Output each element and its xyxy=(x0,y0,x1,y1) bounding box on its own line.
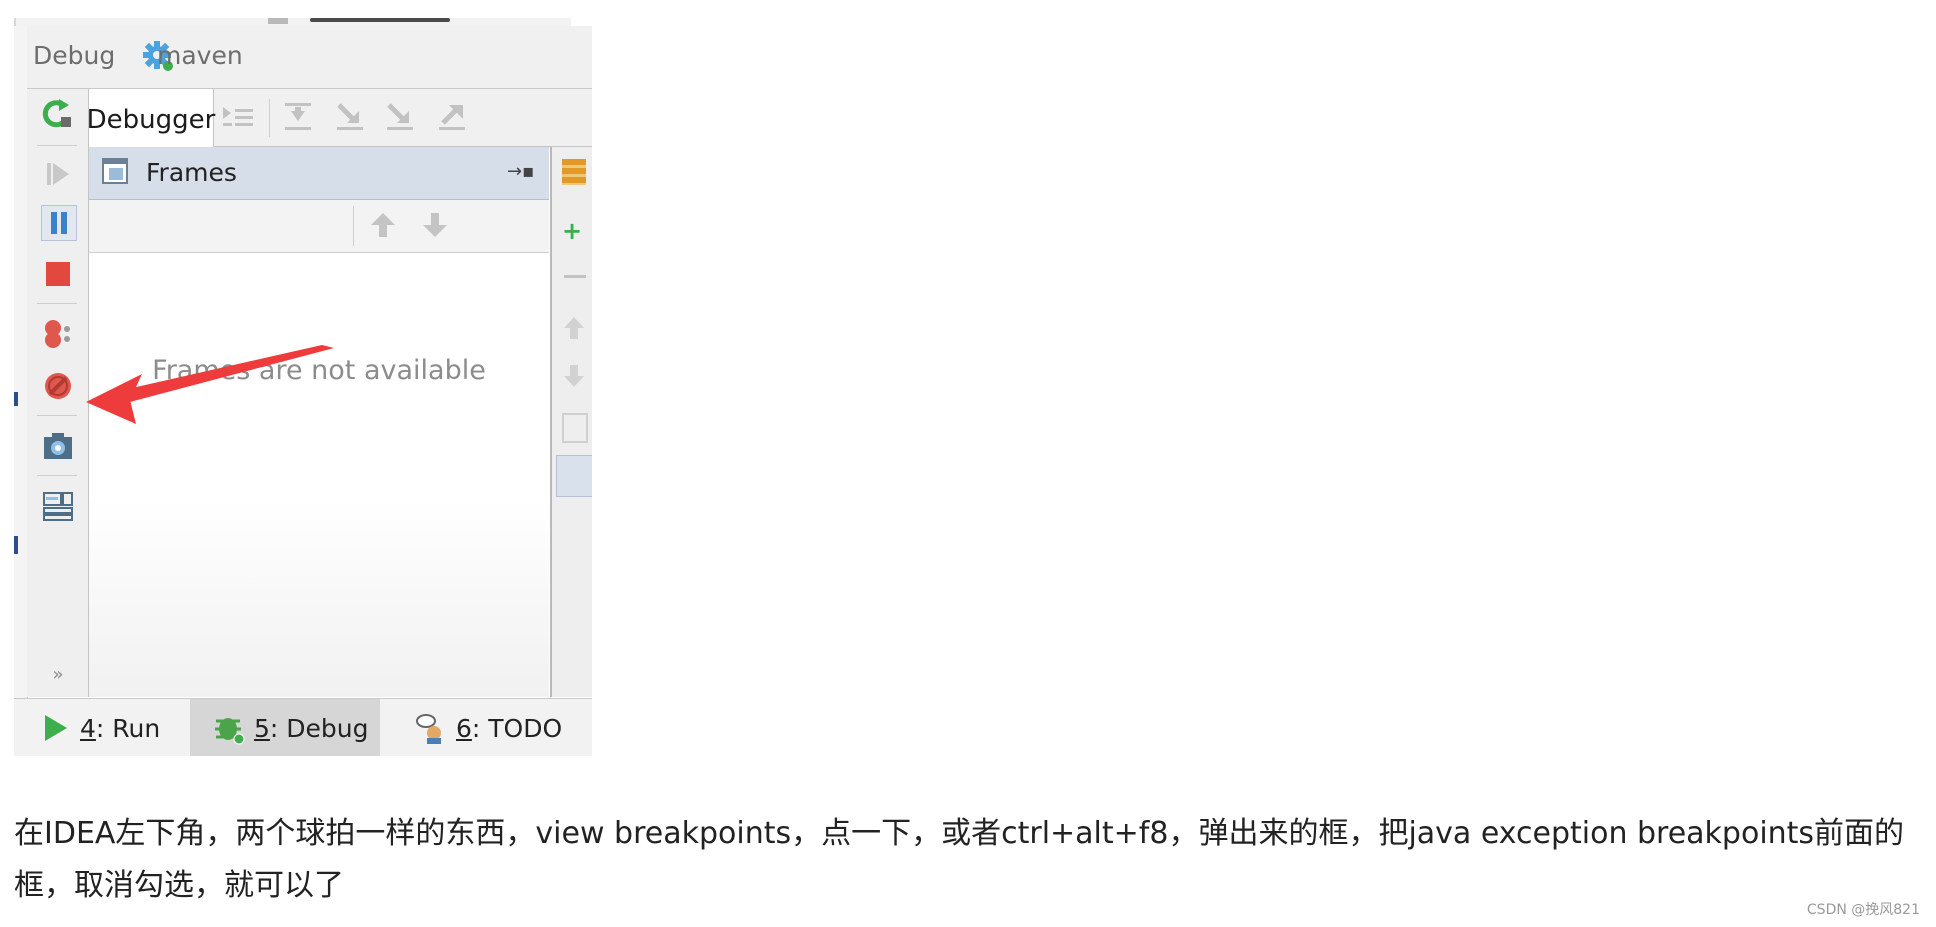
toolbar-separator xyxy=(37,145,77,146)
view-breakpoints-icon[interactable] xyxy=(41,317,75,351)
debug-toolbar-vertical: » xyxy=(27,89,89,697)
truncated-text xyxy=(310,18,450,22)
tab-todo-number: 6 xyxy=(456,713,472,743)
tab-debugger[interactable]: Debugger xyxy=(87,89,215,151)
frames-panel-header: Frames →▪ xyxy=(89,147,549,200)
arrow-down-icon[interactable] xyxy=(564,365,584,387)
edge-marker xyxy=(14,392,18,406)
pause-icon[interactable] xyxy=(41,205,77,241)
layout-icon[interactable] xyxy=(41,489,75,523)
watermark: CSDN @挽风821 xyxy=(1806,902,1920,918)
force-step-into-icon[interactable] xyxy=(381,99,419,137)
remove-icon[interactable] xyxy=(564,275,586,278)
step-into-icon[interactable] xyxy=(331,99,369,137)
tab-debug-label: : Debug xyxy=(269,713,369,743)
debug-title: Debug xyxy=(33,41,116,70)
variables-panel-edge: + xyxy=(550,147,592,697)
show-execution-point-icon[interactable] xyxy=(219,99,257,137)
article-paragraph: 在IDEA左下角，两个球拍一样的东西，view breakpoints，点一下，… xyxy=(14,816,1905,903)
debug-header: Debug maven xyxy=(27,26,592,89)
arrow-up-icon[interactable] xyxy=(564,317,584,339)
run-config-name[interactable]: maven xyxy=(157,41,243,70)
arrow-down-icon[interactable] xyxy=(420,210,450,244)
run-icon xyxy=(38,711,72,745)
toolbar-separator xyxy=(269,99,270,137)
top-strip xyxy=(14,18,571,26)
debugger-tab-row: Debugger xyxy=(87,89,592,151)
arrow-up-icon[interactable] xyxy=(368,210,398,244)
frames-icon xyxy=(101,157,131,191)
todo-icon xyxy=(414,711,448,745)
mute-breakpoints-icon[interactable] xyxy=(41,369,75,403)
tab-todo-label: : TODO xyxy=(471,713,563,743)
more-icon[interactable]: » xyxy=(41,657,75,691)
frames-title: Frames xyxy=(146,158,237,187)
variables-icon xyxy=(562,159,586,185)
copy-icon[interactable] xyxy=(562,413,588,443)
watches-icon[interactable] xyxy=(556,455,592,497)
tab-debug-number: 5 xyxy=(254,713,270,743)
tab-run-label: : Run xyxy=(95,713,161,743)
frames-toolbar xyxy=(89,200,549,253)
frames-list[interactable]: Frames are not available xyxy=(89,253,549,697)
toolbar-separator xyxy=(37,415,77,416)
tab-run[interactable]: 4: Run xyxy=(38,699,178,756)
left-edge xyxy=(14,26,28,756)
bug-icon xyxy=(212,711,246,745)
add-watch-icon[interactable]: + xyxy=(562,217,586,245)
camera-icon[interactable] xyxy=(41,429,75,463)
pin-icon[interactable]: →▪ xyxy=(507,161,534,182)
toolbar-separator xyxy=(37,303,77,304)
toolbar-separator xyxy=(37,475,77,476)
tab-run-number: 4 xyxy=(80,713,96,743)
tool-window-bar: 4: Run 5: Debug 6: TODO xyxy=(14,698,592,756)
ide-screenshot: Debug maven » Debugger Frames →▪ Frames … xyxy=(14,18,592,756)
step-out-icon[interactable] xyxy=(433,99,471,137)
step-over-icon[interactable] xyxy=(279,99,317,137)
frames-empty-message: Frames are not available xyxy=(152,355,486,386)
resume-icon[interactable] xyxy=(41,157,75,191)
stop-icon[interactable] xyxy=(41,257,75,291)
edge-marker xyxy=(14,536,18,554)
rerun-icon[interactable] xyxy=(41,97,75,131)
tab-todo[interactable]: 6: TODO xyxy=(414,699,589,756)
file-icon xyxy=(268,18,288,24)
tab-debug[interactable]: 5: Debug xyxy=(190,699,380,756)
toolbar-separator xyxy=(353,206,354,246)
